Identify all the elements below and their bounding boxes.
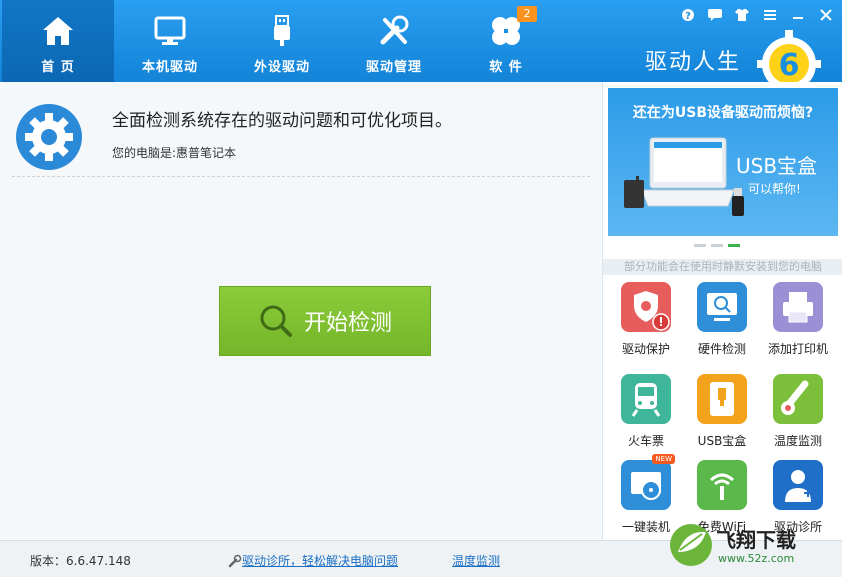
tool-label: 驱动保护: [621, 342, 670, 356]
watermark: 飞翔下载 www.52z.com: [668, 518, 842, 577]
tool-label: 温度监测: [773, 434, 822, 448]
usb-icon: [265, 14, 299, 48]
menu-icon[interactable]: [760, 6, 780, 24]
tool-label: USB宝盒: [697, 434, 747, 448]
tab-local-drivers-label: 本机驱动: [141, 60, 198, 75]
start-scan-button[interactable]: 开始检测: [219, 286, 431, 356]
silent-install-notice: 部分功能会在使用时静默安装到您的电脑: [603, 259, 842, 275]
computer-model: 您的电脑是:惠普笔记本: [112, 146, 237, 160]
wifi-icon: [697, 460, 747, 510]
tool-label: 一键装机: [621, 520, 670, 534]
main-panel: 全面检测系统存在的驱动问题和可优化项目。 您的电脑是:惠普笔记本 开始检测: [0, 82, 600, 540]
svg-text:6: 6: [779, 48, 800, 83]
version-label: 版本：6.6.47.148: [30, 554, 131, 568]
minimize-icon[interactable]: [788, 6, 808, 24]
driver-clinic-link[interactable]: 驱动诊所，轻松解决电脑问题: [228, 552, 398, 569]
tab-driver-management[interactable]: 驱动管理: [338, 0, 450, 82]
laptop-illustration: [624, 137, 734, 208]
tab-peripheral-drivers[interactable]: 外设驱动: [226, 0, 338, 82]
train-icon: [621, 374, 671, 424]
tool-label: 火车票: [627, 434, 664, 448]
monitor-check-icon: [697, 282, 747, 332]
gear-icon: [16, 104, 82, 170]
thermometer-icon: [773, 374, 823, 424]
tool-hardware-check[interactable]: 硬件检测: [685, 282, 759, 357]
watermark-url: www.52z.com: [718, 552, 795, 565]
disc-install-icon: NEW: [621, 454, 675, 510]
tool-driver-protect[interactable]: 驱动保护: [609, 282, 683, 357]
main-title: 全面检测系统存在的驱动问题和可优化项目。: [112, 111, 452, 131]
watermark-text: 飞翔下载: [716, 528, 796, 552]
tool-usb-box[interactable]: USB宝盒: [685, 374, 759, 449]
tool-temp-monitor[interactable]: 温度监测: [761, 374, 835, 449]
leaf-logo-icon: [670, 524, 712, 566]
banner-tagline: 可以帮你!: [748, 182, 801, 196]
divider: [12, 176, 590, 177]
usb-stick-icon: [732, 188, 744, 216]
tool-add-printer[interactable]: 添加打印机: [761, 282, 835, 357]
carousel-dot[interactable]: [711, 244, 723, 247]
usb-banner[interactable]: 还在为USB设备驱动而烦恼? USB宝盒 可以帮你!: [608, 88, 838, 236]
tool-label: 硬件检测: [697, 342, 746, 356]
monitor-icon: [153, 14, 187, 48]
tab-home-label: 首 页: [41, 60, 75, 75]
usb-box-icon: [697, 374, 747, 424]
banner-title: 还在为USB设备驱动而烦恼?: [632, 105, 814, 121]
skin-icon[interactable]: [732, 6, 752, 24]
svg-text:?: ?: [685, 11, 691, 22]
tool-train-ticket[interactable]: 火车票: [609, 374, 683, 449]
chat-icon[interactable]: [705, 6, 725, 24]
doctor-icon: [773, 460, 823, 510]
tab-software-label: 软 件: [489, 60, 523, 75]
brand-name: 驱动人生: [645, 50, 742, 75]
printer-icon: [773, 282, 823, 332]
carousel-dot[interactable]: [694, 244, 706, 247]
carousel-dot-active[interactable]: [728, 244, 740, 247]
tab-peripheral-drivers-label: 外设驱动: [253, 60, 310, 75]
banner-product: USB宝盒: [736, 154, 818, 178]
new-tag: NEW: [652, 454, 675, 464]
tab-driver-management-label: 驱动管理: [365, 60, 422, 75]
close-icon[interactable]: [816, 6, 836, 24]
home-icon: [41, 14, 75, 48]
shield-gear-icon: [621, 282, 671, 332]
search-icon: [260, 305, 292, 337]
wrench-icon: [228, 554, 242, 567]
carousel-dots: [694, 244, 740, 247]
software-badge: 2: [517, 6, 537, 22]
help-icon[interactable]: ?: [678, 6, 698, 24]
start-scan-label: 开始检测: [303, 311, 392, 336]
tab-local-drivers[interactable]: 本机驱动: [114, 0, 226, 82]
tool-label: 添加打印机: [767, 342, 828, 356]
tab-software[interactable]: 软 件: [450, 0, 562, 82]
tools-icon: [377, 14, 411, 48]
top-nav-bar: 首 页 本机驱动 外设驱动 驱动管理 软 件 2 ? 驱动人生 6: [0, 0, 842, 91]
right-panel: 还在为USB设备驱动而烦恼? USB宝盒 可以帮你! 部分功能会在使用时静默安装…: [602, 82, 842, 540]
temp-monitor-link[interactable]: 温度监测: [452, 552, 500, 569]
brand-logo: 6: [754, 30, 824, 91]
driver-clinic-link-text: 驱动诊所，轻松解决电脑问题: [242, 554, 399, 568]
tab-home[interactable]: 首 页: [2, 0, 114, 82]
